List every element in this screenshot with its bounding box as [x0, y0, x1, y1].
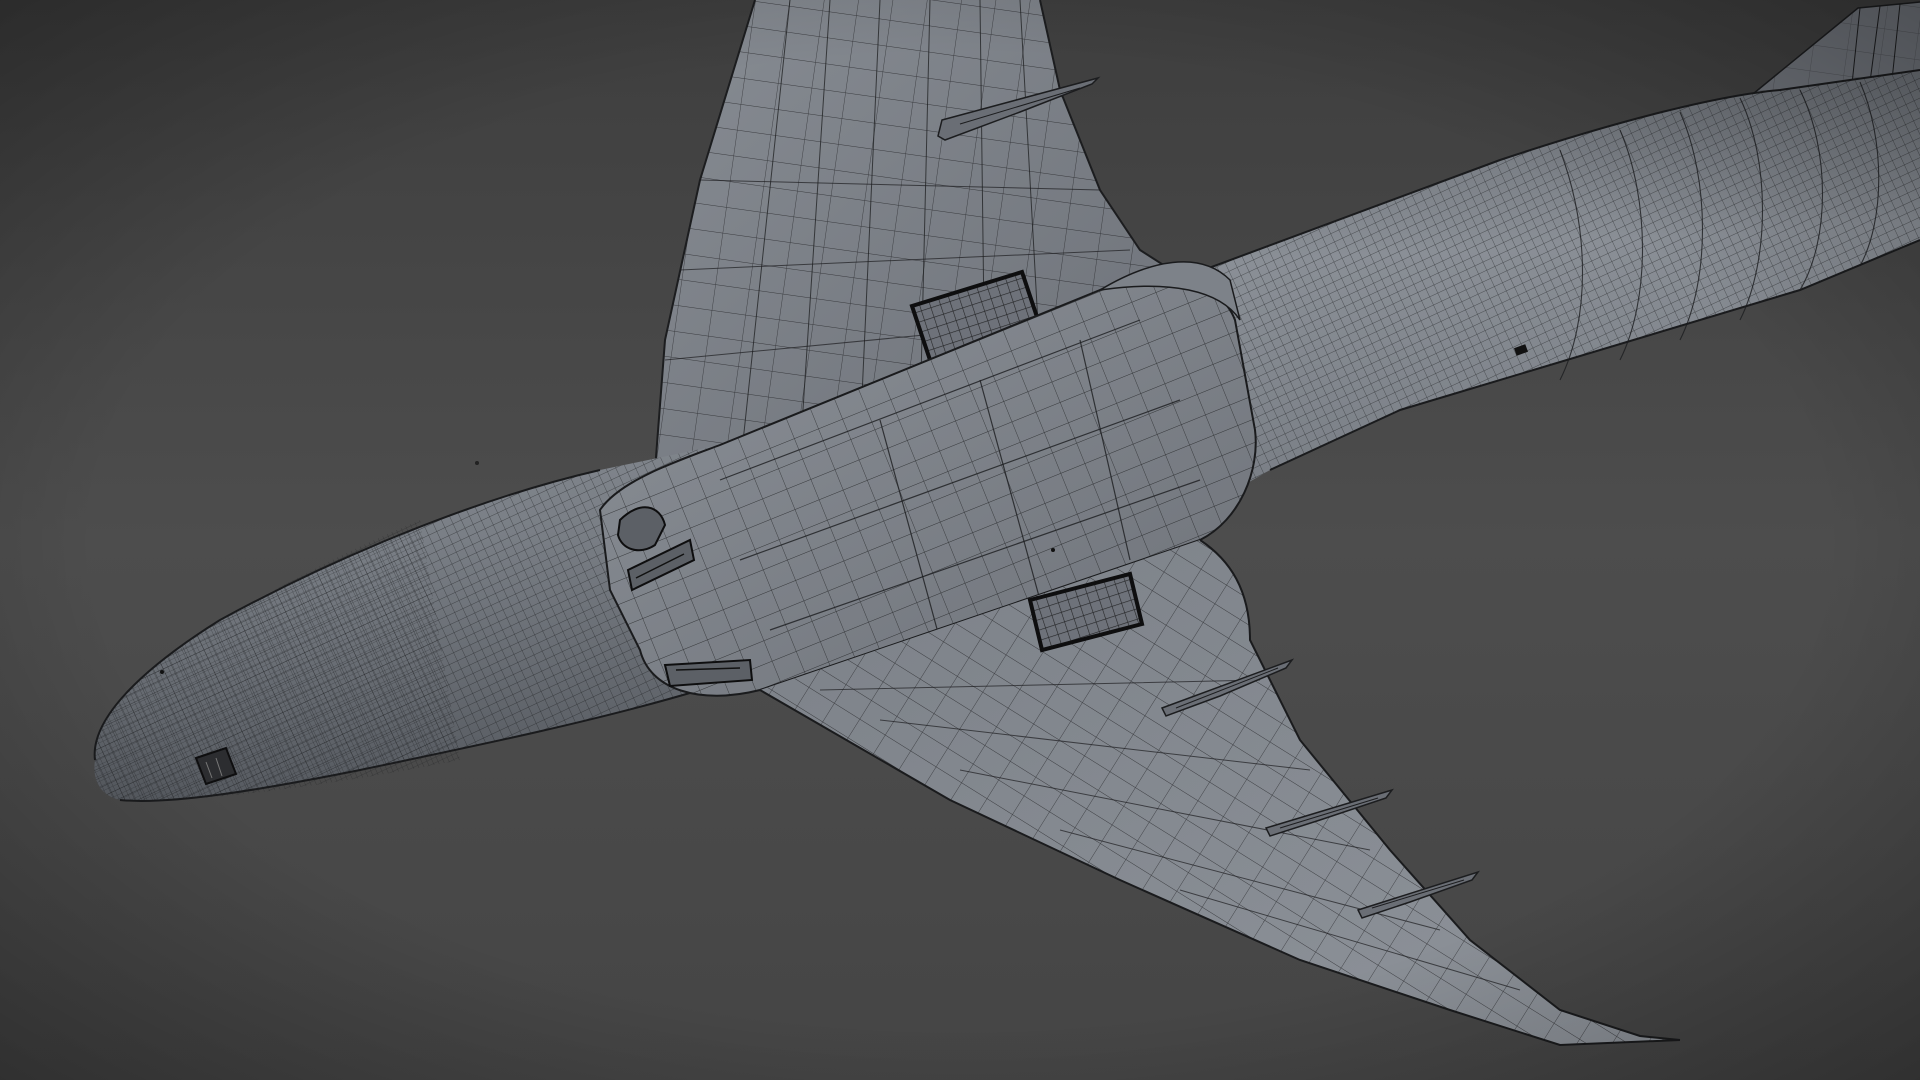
viewport-vignette: [0, 0, 1920, 1080]
3d-viewport[interactable]: [0, 0, 1920, 1080]
